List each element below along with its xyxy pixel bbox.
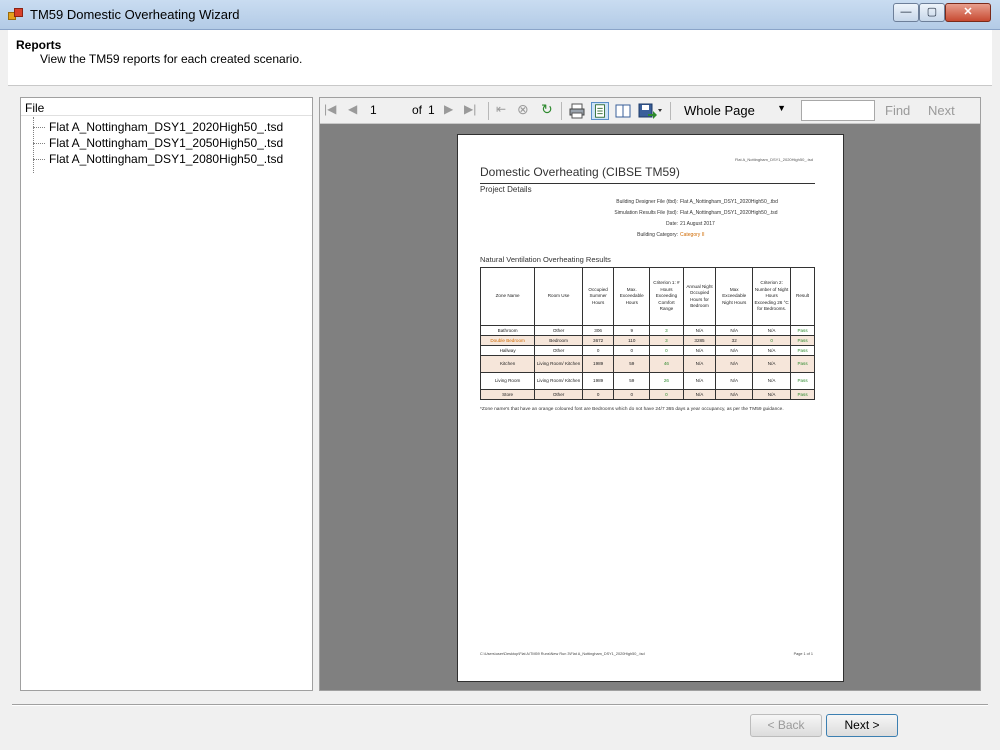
- chevron-down-icon: ▼: [777, 103, 786, 113]
- find-button[interactable]: Find: [885, 103, 910, 118]
- table-row: Hallway Other 0 0 0 N/A N/A N/A Pass: [479, 345, 815, 356]
- zoom-select[interactable]: Whole Page ▼: [680, 101, 790, 121]
- total-pages: 1: [428, 103, 435, 117]
- maximize-button[interactable]: ▢: [919, 3, 945, 22]
- next-button[interactable]: Next >: [826, 714, 898, 737]
- column-header: Result: [790, 267, 815, 326]
- column-header: Criterion 2: Number of Night Hours Excee…: [752, 267, 792, 326]
- page-subtitle: View the TM59 reports for each created s…: [40, 52, 303, 66]
- last-page-icon[interactable]: ▶|: [464, 102, 476, 116]
- detail-label: Date:: [666, 221, 678, 227]
- detail-value: Flat A_Nottingham_DSY1_2020High50_.tbd: [680, 199, 778, 205]
- column-header: Room Use: [534, 267, 583, 326]
- viewer-toolbar: |◀ ◀ 1 of 1 ▶ ▶| ⇤ ⊗ ↻ Whole Page ▼ Find…: [320, 98, 980, 124]
- list-item[interactable]: Flat A_Nottingham_DSY1_2050High50_.tsd: [21, 135, 312, 151]
- print-layout-icon[interactable]: [591, 102, 609, 120]
- first-page-icon[interactable]: |◀: [324, 102, 336, 116]
- back-button[interactable]: < Back: [750, 714, 822, 737]
- close-button[interactable]: ✕: [945, 3, 991, 22]
- report-footer-path: C:\Users\user\Desktop\Flat A\TM59 Runs\N…: [480, 652, 645, 656]
- report-footer-page: Page 1 of 1: [793, 652, 813, 656]
- bedroom-note: *Zone name's that have an orange coloure…: [480, 407, 784, 412]
- report-page: Flat A_Nottingham_DSY1_2020High50_.tsd D…: [457, 134, 844, 682]
- file-list: File Flat A_Nottingham_DSY1_2020High50_.…: [20, 97, 313, 691]
- table-row: Kitchen Living Room/ Kitchen 1989 59 46 N/A N/…: [479, 355, 815, 373]
- minimize-button[interactable]: —: [893, 3, 919, 22]
- column-header: Criterion 1: # Hours Exceeding Comfort R…: [649, 267, 684, 326]
- table-row: Living Room Living Room/ Kitchen 1989 59 26 N…: [479, 372, 815, 390]
- project-heading: Project Details: [480, 185, 532, 194]
- next-page-icon[interactable]: ▶: [444, 102, 453, 116]
- column-header: Occupied Summer Hours: [581, 267, 615, 326]
- report-title: Domestic Overheating (CIBSE TM59): [480, 165, 680, 179]
- table-row: Double Bedroom Bedroom 3672 110 3 3285 32 0 Pass: [479, 335, 815, 346]
- prev-page-icon[interactable]: ◀: [348, 102, 357, 116]
- back-icon[interactable]: ⇤: [496, 102, 506, 116]
- print-icon[interactable]: [568, 102, 586, 120]
- detail-value: Category II: [680, 232, 705, 238]
- footer-divider: [12, 704, 988, 706]
- list-item[interactable]: Flat A_Nottingham_DSY1_2020High50_.tsd: [21, 119, 312, 135]
- of-label: of: [412, 103, 423, 117]
- export-icon[interactable]: [637, 102, 663, 120]
- page-setup-icon[interactable]: [614, 102, 632, 120]
- detail-label: Building Designer File (tbd):: [616, 199, 678, 205]
- refresh-icon[interactable]: ↻: [541, 101, 553, 118]
- report-viewer: |◀ ◀ 1 of 1 ▶ ▶| ⇤ ⊗ ↻ Whole Page ▼ Find…: [319, 97, 981, 691]
- app-icon: [8, 8, 24, 22]
- report-file-ref: Flat A_Nottingham_DSY1_2020High50_.tsd: [734, 157, 813, 162]
- detail-label: Simulation Results File (tsd):: [614, 210, 678, 216]
- detail-label: Building Category:: [637, 232, 678, 238]
- find-input[interactable]: [801, 100, 875, 121]
- page-title: Reports: [16, 38, 62, 52]
- window-title: TM59 Domestic Overheating Wizard: [30, 7, 240, 22]
- column-header: Annual Night Occupied Hours for Bedroom: [682, 267, 717, 326]
- page-number-input[interactable]: 1: [370, 101, 377, 120]
- column-header: Max Exceedable Night Hours: [715, 267, 754, 326]
- file-column-header[interactable]: File: [21, 98, 312, 116]
- list-item[interactable]: Flat A_Nottingham_DSY1_2080High50_.tsd: [21, 151, 312, 167]
- detail-value: 21 August 2017: [680, 221, 715, 227]
- find-next-button[interactable]: Next: [928, 103, 955, 118]
- wizard-header: Reports View the TM59 reports for each c…: [8, 30, 992, 86]
- column-header: Max. Exceedable Hours: [613, 267, 651, 326]
- title-bar: TM59 Domestic Overheating Wizard — ▢ ✕: [0, 0, 1000, 30]
- results-table: Zone Name Room Use Occupied Summer Hours…: [479, 267, 815, 400]
- stop-icon[interactable]: ⊗: [517, 101, 529, 118]
- table-row: Store Other 0 0 0 N/A N/A N/A Pass: [479, 389, 815, 400]
- column-header: Zone Name: [479, 267, 536, 326]
- nat-vent-heading: Natural Ventilation Overheating Results: [480, 255, 611, 264]
- detail-value: Flat A_Nottingham_DSY1_2020High50_.tsd: [680, 210, 778, 216]
- table-row: Bathroom Other 306 9 3 N/A N/A N/A Pass: [479, 325, 815, 336]
